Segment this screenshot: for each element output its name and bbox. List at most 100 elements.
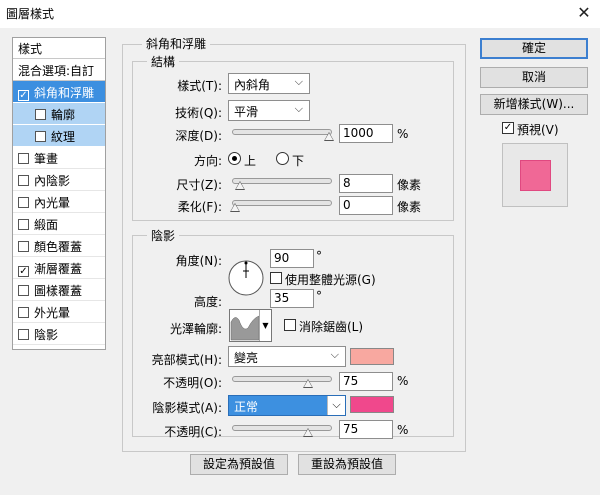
close-icon[interactable]: ✕ bbox=[568, 0, 600, 28]
technique-select[interactable]: 平滑 ⌵ bbox=[228, 100, 310, 121]
style-item[interactable]: ✓ 斜角和浮雕 bbox=[13, 81, 105, 103]
reset-default-button[interactable]: 重設為預設值 bbox=[298, 454, 396, 475]
chevron-down-icon: ⌵ bbox=[294, 102, 303, 115]
checkbox-checked-icon[interactable]: ✓ bbox=[18, 266, 29, 277]
style-item[interactable]: 紋理 bbox=[13, 125, 105, 147]
style-item[interactable]: ✓ 漸層覆蓋 bbox=[13, 257, 105, 279]
altitude-label: 高度: bbox=[193, 295, 222, 309]
checkbox-checked-icon[interactable]: ✓ bbox=[18, 90, 29, 101]
style-item[interactable]: 外光暈 bbox=[13, 301, 105, 323]
highlight-mode-value: 變亮 bbox=[234, 351, 259, 365]
ok-button[interactable]: 確定 bbox=[480, 38, 588, 59]
style-item[interactable]: 陰影 bbox=[13, 323, 105, 345]
style-item-label: 緞面 bbox=[34, 218, 59, 232]
style-item[interactable]: 圖樣覆蓋 bbox=[13, 279, 105, 301]
preview-swatch bbox=[520, 160, 551, 191]
cancel-button[interactable]: 取消 bbox=[480, 67, 588, 88]
gloss-contour-picker[interactable]: ▼ bbox=[229, 309, 272, 342]
depth-label: 深度(D): bbox=[175, 129, 222, 143]
title-bar: 圖層樣式 ✕ bbox=[0, 0, 600, 28]
gloss-contour-label: 光澤輪廓: bbox=[169, 322, 222, 336]
highlight-opacity-input[interactable]: 75 bbox=[339, 372, 393, 391]
checkbox-icon[interactable] bbox=[18, 285, 29, 296]
style-item[interactable]: 顏色覆蓋 bbox=[13, 235, 105, 257]
checkbox-icon[interactable] bbox=[18, 219, 29, 230]
shadow-color-swatch[interactable] bbox=[350, 396, 394, 413]
soften-slider[interactable] bbox=[230, 200, 332, 212]
size-slider-thumb[interactable] bbox=[235, 181, 245, 190]
direction-up-radio[interactable] bbox=[228, 152, 241, 165]
style-item-label: 陰影 bbox=[34, 328, 59, 342]
anti-alias-label: 消除鋸齒(L) bbox=[299, 320, 364, 334]
style-item-label: 顏色覆蓋 bbox=[34, 240, 83, 254]
size-unit: 像素 bbox=[397, 178, 422, 192]
blend-options-item[interactable]: 混合選項:自訂 bbox=[13, 59, 105, 81]
shadow-opacity-label: 不透明(C): bbox=[164, 425, 222, 439]
size-label: 尺寸(Z): bbox=[176, 178, 222, 192]
highlight-color-swatch[interactable] bbox=[350, 348, 394, 365]
bevel-section-title: 斜角和浮雕 bbox=[142, 35, 211, 52]
angle-input[interactable]: 90 bbox=[270, 249, 314, 268]
bevel-style-select[interactable]: 內斜角 ⌵ bbox=[228, 73, 310, 94]
anti-alias-checkbox[interactable] bbox=[284, 319, 296, 331]
soften-slider-thumb[interactable] bbox=[230, 203, 240, 212]
direction-up-label: 上 bbox=[244, 154, 257, 168]
highlight-opacity-unit: % bbox=[397, 374, 409, 388]
structure-title: 結構 bbox=[147, 53, 180, 70]
shadow-opacity-input[interactable]: 75 bbox=[339, 420, 393, 439]
new-style-button[interactable]: 新增樣式(W)... bbox=[480, 94, 588, 115]
checkbox-icon[interactable] bbox=[18, 153, 29, 164]
style-item[interactable]: 筆畫 bbox=[13, 147, 105, 169]
bevel-style-value: 內斜角 bbox=[234, 78, 271, 92]
checkbox-icon[interactable] bbox=[18, 307, 29, 318]
style-list: 樣式 混合選項:自訂 ✓ 斜角和浮雕輪廓紋理筆畫內陰影內光暈緞面顏色覆蓋 ✓ 漸層覆蓋… bbox=[12, 37, 106, 350]
style-item-label: 輪廓 bbox=[51, 108, 76, 122]
preview-checkbox[interactable]: ✓ bbox=[502, 122, 514, 134]
checkbox-icon[interactable] bbox=[18, 241, 29, 252]
global-light-label: 使用整體光源(G) bbox=[285, 273, 376, 287]
style-item[interactable]: 輪廓 bbox=[13, 103, 105, 125]
shadow-mode-label: 陰影模式(A): bbox=[152, 401, 222, 415]
style-item-label: 圖樣覆蓋 bbox=[34, 284, 83, 298]
style-list-header[interactable]: 樣式 bbox=[13, 38, 105, 59]
depth-slider-thumb[interactable] bbox=[324, 132, 334, 141]
style-label: 樣式(T): bbox=[177, 79, 222, 93]
direction-label: 方向: bbox=[193, 154, 222, 168]
preview-thumbnail bbox=[502, 143, 568, 207]
checkbox-icon[interactable] bbox=[18, 329, 29, 340]
checkbox-icon[interactable] bbox=[18, 175, 29, 186]
depth-input[interactable]: 1000 bbox=[339, 124, 393, 143]
chevron-down-icon: ⌵ bbox=[294, 75, 303, 88]
style-item[interactable]: 內陰影 bbox=[13, 169, 105, 191]
size-slider[interactable] bbox=[232, 178, 332, 190]
checkbox-icon[interactable] bbox=[35, 109, 46, 120]
style-item-label: 筆畫 bbox=[34, 152, 59, 166]
altitude-unit: ° bbox=[316, 289, 322, 303]
global-light-checkbox[interactable] bbox=[270, 272, 282, 284]
highlight-opacity-thumb[interactable] bbox=[303, 379, 313, 388]
highlight-opacity-slider[interactable] bbox=[232, 376, 332, 388]
style-item-label: 內陰影 bbox=[34, 174, 71, 188]
highlight-mode-select[interactable]: 變亮 ⌵ bbox=[228, 346, 346, 367]
soften-input[interactable]: 0 bbox=[339, 196, 393, 215]
contour-curve-icon bbox=[230, 315, 260, 341]
shadow-opacity-thumb[interactable] bbox=[303, 428, 313, 437]
checkbox-icon[interactable] bbox=[35, 131, 46, 142]
layer-style-dialog: 圖層樣式 ✕ 樣式 混合選項:自訂 ✓ 斜角和浮雕 輪廓 紋理 筆畫 內陰影 內光暈 緞面 顏色… bbox=[0, 0, 600, 495]
direction-down-radio[interactable] bbox=[276, 152, 289, 165]
shadow-mode-select[interactable]: 正常 ⌵ bbox=[228, 395, 346, 416]
style-item[interactable]: 緞面 bbox=[13, 213, 105, 235]
altitude-input[interactable]: 35 bbox=[270, 289, 314, 308]
style-item[interactable]: 內光暈 bbox=[13, 191, 105, 213]
shading-title: 陰影 bbox=[147, 227, 180, 244]
make-default-button[interactable]: 設定為預設值 bbox=[190, 454, 288, 475]
angle-dial-icon[interactable] bbox=[227, 259, 265, 297]
shadow-opacity-unit: % bbox=[397, 423, 409, 437]
size-input[interactable]: 8 bbox=[339, 174, 393, 193]
highlight-mode-label: 亮部模式(H): bbox=[151, 353, 222, 367]
depth-slider[interactable] bbox=[232, 129, 334, 141]
style-item-label: 漸層覆蓋 bbox=[34, 262, 83, 276]
style-item-label: 紋理 bbox=[51, 130, 76, 144]
checkbox-icon[interactable] bbox=[18, 197, 29, 208]
shadow-opacity-slider[interactable] bbox=[232, 425, 332, 437]
